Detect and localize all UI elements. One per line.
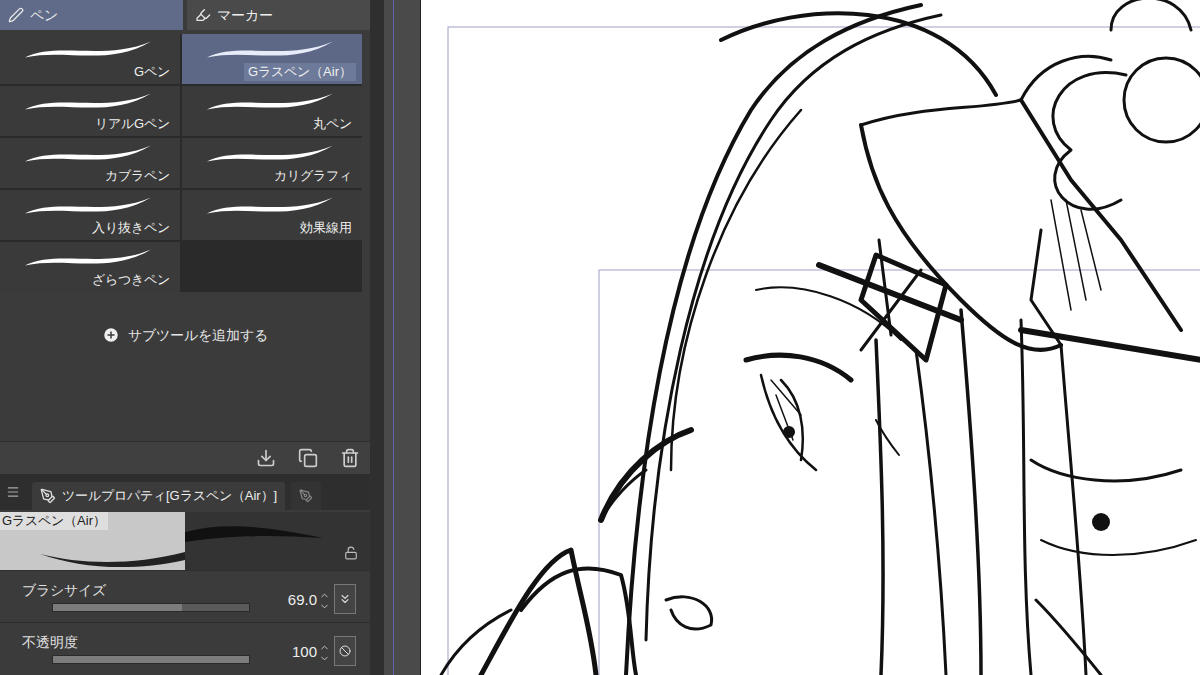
property-row: ブラシサイズ 69.0: [0, 570, 370, 622]
stroke-preview-icon: [12, 88, 162, 115]
subtool-label: ざらつきペン: [88, 271, 174, 289]
property-tab[interactable]: ツールプロパティ[Gラスペン（Air）]: [32, 482, 285, 510]
subtool-item[interactable]: 丸ペン: [182, 86, 362, 136]
property-option-button[interactable]: [334, 636, 356, 666]
stroke-preview-icon: [194, 140, 344, 167]
down-arrow-icon[interactable]: [319, 601, 330, 612]
subtool-label: カブラペン: [101, 167, 174, 185]
other-tab[interactable]: [291, 482, 321, 510]
up-arrow-icon[interactable]: [319, 590, 330, 601]
subtool-item[interactable]: 効果線用: [182, 190, 362, 240]
trash-icon[interactable]: [340, 448, 360, 468]
marker-icon: [195, 7, 211, 23]
spin-buttons[interactable]: [319, 590, 330, 612]
preview-stroke-dark-icon: [185, 520, 325, 560]
preview-stroke-icon: [0, 530, 185, 570]
subtool-label: 丸ペン: [309, 115, 356, 133]
lock-icon[interactable]: [344, 546, 358, 560]
subtool-toolbar: [0, 441, 370, 474]
pressure-icon: [338, 592, 352, 606]
subtool-item[interactable]: Gペン: [0, 34, 180, 84]
stroke-preview-icon: [194, 36, 344, 63]
subtool-item[interactable]: カリグラフィ: [182, 138, 362, 188]
up-arrow-icon[interactable]: [319, 642, 330, 653]
add-subtool-button[interactable]: サブツールを追加する: [102, 325, 268, 345]
stroke-preview-icon: [12, 36, 162, 63]
stroke-preview-icon: [194, 88, 344, 115]
subtool-item[interactable]: Gラスペン（Air）: [182, 34, 362, 84]
subtool-item[interactable]: リアルGペン: [0, 86, 180, 136]
tool-tab[interactable]: ペン: [0, 0, 183, 30]
subtool-item[interactable]: カブラペン: [0, 138, 180, 188]
subtool-label: 効果線用: [296, 219, 356, 237]
subtool-item[interactable]: ざらつきペン: [0, 242, 180, 292]
import-icon[interactable]: [256, 448, 276, 468]
panel-gutter: [370, 0, 420, 675]
stroke-preview-icon: [12, 244, 162, 271]
property-row: 不透明度 100: [0, 622, 370, 674]
duplicate-icon[interactable]: [298, 448, 318, 468]
slider-fill: [53, 604, 182, 611]
subtool-grid: Gペン Gラスペン（Air） リアルGペン 丸ペンカブラペン カリグラフィ入り抜きペン 効…: [0, 34, 362, 292]
pen-icon: [8, 7, 24, 23]
subtool-label: カリグラフィ: [270, 167, 356, 185]
subtool-label: リアルGペン: [91, 115, 174, 133]
spin-buttons[interactable]: [319, 642, 330, 664]
subtool-panel: ペンマーカー Gペン Gラスペン（Air） リアルGペン 丸ペンカブラペン カリグラフィ入…: [0, 0, 370, 675]
down-arrow-icon[interactable]: [319, 653, 330, 664]
brush-icon: [299, 489, 313, 503]
tool-property-icon: [40, 488, 56, 504]
property-option-button[interactable]: [334, 584, 356, 614]
subtool-label: Gペン: [130, 63, 174, 81]
property-value[interactable]: 69.0: [288, 589, 317, 612]
stroke-preview-icon: [194, 192, 344, 219]
property-value[interactable]: 100: [292, 641, 317, 664]
canvas[interactable]: [420, 0, 1200, 675]
slider-fill: [53, 656, 249, 663]
menu-icon[interactable]: [6, 485, 20, 499]
property-tab-bar: ツールプロパティ[Gラスペン（Air）]: [0, 474, 370, 510]
brush-preview: Gラスペン（Air）: [0, 512, 370, 570]
app-window: ペンマーカー Gペン Gラスペン（Air） リアルGペン 丸ペンカブラペン カリグラフィ入…: [0, 0, 1200, 675]
subtool-item[interactable]: 入り抜きペン: [0, 190, 180, 240]
disable-icon: [339, 645, 351, 657]
add-area: サブツールを追加する: [0, 292, 370, 441]
tool-tab[interactable]: マーカー: [187, 0, 370, 30]
property-slider[interactable]: [52, 603, 250, 612]
tool-tabs: ペンマーカー: [0, 0, 370, 30]
stroke-preview-icon: [12, 140, 162, 167]
property-label: ブラシサイズ: [22, 581, 282, 599]
preview-label: Gラスペン（Air）: [0, 512, 108, 530]
subtool-label: Gラスペン（Air）: [244, 63, 356, 81]
stroke-preview-icon: [12, 192, 162, 219]
subtool-label: 入り抜きペン: [88, 219, 174, 237]
plus-circle-icon: [102, 326, 120, 344]
sketch-drawing[interactable]: [421, 0, 1200, 675]
property-label: 不透明度: [22, 633, 286, 651]
property-slider[interactable]: [52, 655, 250, 664]
